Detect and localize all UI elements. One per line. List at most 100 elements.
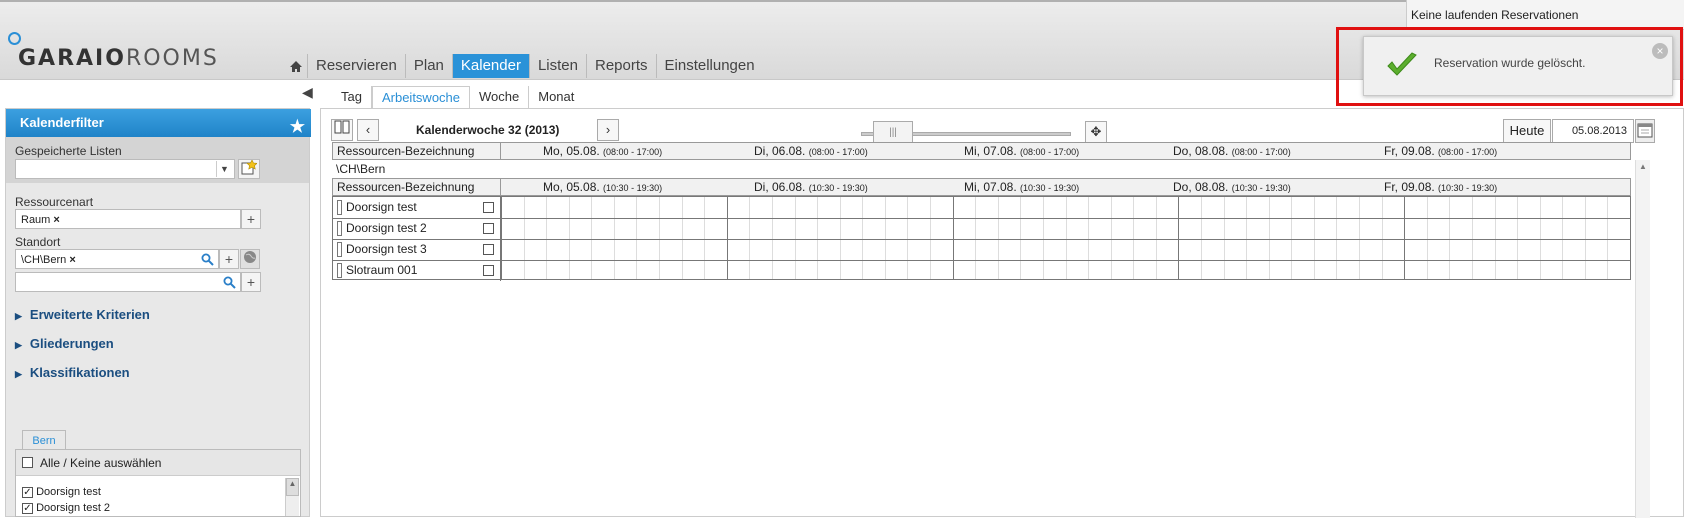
globe-icon[interactable] (240, 249, 260, 269)
section-erweiterte-kriterien[interactable]: ▶ Erweiterte Kriterien (15, 307, 150, 322)
app-logo[interactable]: GARAIOROOMS (8, 32, 217, 72)
chevron-right-icon: › (605, 122, 611, 137)
resource-name-cell[interactable]: Doorsign test 3 (333, 239, 501, 260)
resource-column-header: Ressourcen-Bezeichnung (333, 143, 501, 159)
resource-name-cell[interactable]: Slotraum 001 (333, 260, 501, 281)
toast-notification: Reservation wurde gelöscht. × (1363, 36, 1673, 96)
resource-type-input[interactable]: Raum × (15, 209, 241, 229)
row-checkbox[interactable] (483, 223, 494, 234)
table-row: Doorsign test 3 (333, 239, 1630, 261)
previous-week-button[interactable]: ‹ (357, 119, 379, 141)
logo-text: GARAIOROOMS (18, 46, 219, 71)
color-bar (337, 263, 342, 278)
nav-reports[interactable]: Reports (587, 54, 657, 78)
vertical-scrollbar[interactable]: ▲ (1635, 160, 1650, 518)
row-checkbox[interactable] (483, 244, 494, 255)
remove-tag-icon[interactable]: × (69, 254, 75, 266)
list-item[interactable]: ✓ Doorsign test (16, 484, 276, 500)
tab-woche[interactable]: Woche (470, 86, 530, 108)
tab-monat[interactable]: Monat (529, 86, 583, 108)
tab-bern[interactable]: Bern (22, 430, 66, 450)
day-header: Fr, 09.08. (08:00 - 17:00) (1384, 144, 1498, 158)
resource-type-label: Ressourcenart (15, 195, 94, 209)
saved-lists-select[interactable]: ▼ (15, 159, 235, 179)
nav-plan[interactable]: Plan (406, 54, 453, 78)
location-tag: \CH\Bern × (21, 254, 76, 266)
main-nav: Reservieren Plan Kalender Listen Reports… (284, 54, 763, 80)
section-gliederungen[interactable]: ▶ Gliederungen (15, 336, 114, 351)
resource-selection-list: Alle / Keine auswählen ✓ Doorsign test ✓… (15, 449, 301, 517)
saved-lists-label: Gespeicherte Listen (15, 144, 122, 158)
calendar-panel: ‹ Kalenderwoche 32 (2013) › ||| ✥ Heute … (320, 108, 1684, 518)
next-week-button[interactable]: › (597, 119, 619, 141)
nav-reservieren[interactable]: Reservieren (308, 54, 406, 78)
search-icon[interactable] (223, 276, 236, 289)
search-icon[interactable] (201, 253, 214, 266)
day-header: Fr, 09.08. (10:30 - 19:30) (1384, 180, 1498, 194)
toast-close-icon[interactable]: × (1652, 43, 1668, 59)
date-input[interactable]: 05.08.2013 (1552, 119, 1634, 143)
save-list-button[interactable] (238, 159, 260, 179)
resource-grid: Doorsign test Doorsign test 2 Doorsign t… (332, 196, 1631, 282)
calendar-view-tabs: Tag Arbeitswoche Woche Monat (332, 86, 583, 108)
list-scrollbar[interactable]: ▲ (285, 478, 299, 516)
day-header-row: Ressourcen-Bezeichnung Mo, 05.08. (08:00… (332, 142, 1631, 160)
home-button[interactable] (284, 54, 308, 78)
location-label: Standort (15, 235, 61, 249)
day-header: Do, 08.08. (10:30 - 19:30) (1173, 180, 1291, 194)
resource-checklist: ✓ Doorsign test ✓ Doorsign test 2 (16, 484, 276, 516)
day-header: Mo, 05.08. (10:30 - 19:30) (543, 180, 663, 194)
group-row: \CH\Bern (336, 162, 386, 176)
select-all-label: Alle / Keine auswählen (40, 456, 162, 470)
item-checkbox[interactable]: ✓ (22, 503, 33, 514)
select-all-checkbox[interactable] (22, 457, 33, 468)
day-header: Mi, 07.08. (10:30 - 19:30) (964, 180, 1080, 194)
row-checkbox[interactable] (483, 202, 494, 213)
running-reservations-status[interactable]: Keine laufenden Reservationen (1406, 0, 1684, 30)
logo-ring-icon (8, 32, 21, 45)
resource-name-cell[interactable]: Doorsign test (333, 197, 501, 218)
add-resource-type-button[interactable]: + (241, 209, 261, 229)
section-klassifikationen[interactable]: ▶ Klassifikationen (15, 365, 130, 380)
table-row: Doorsign test 2 (333, 218, 1630, 240)
toast-message: Reservation wurde gelöscht. (1434, 56, 1586, 70)
expand-triangle-icon: ▶ (15, 311, 22, 321)
checkmark-icon (1387, 52, 1417, 76)
day-header: Do, 08.08. (08:00 - 17:00) (1173, 144, 1291, 158)
scroll-up-icon[interactable]: ▲ (286, 478, 299, 496)
color-bar (337, 242, 342, 257)
collapse-sidebar-icon[interactable]: ◀ (302, 84, 313, 101)
chevron-down-icon[interactable]: ▼ (216, 161, 232, 177)
add-location-search-button[interactable]: + (241, 272, 261, 292)
row-checkbox[interactable] (483, 265, 494, 276)
nav-listen[interactable]: Listen (530, 54, 587, 78)
location-input[interactable]: \CH\Bern × (15, 249, 219, 269)
table-row: Slotraum 001 (333, 260, 1630, 282)
day-header: Mi, 07.08. (08:00 - 17:00) (964, 144, 1080, 158)
location-search-input[interactable] (15, 272, 241, 292)
table-row: Doorsign test (333, 197, 1630, 219)
tab-arbeitswoche[interactable]: Arbeitswoche (371, 86, 471, 108)
item-checkbox[interactable]: ✓ (22, 487, 33, 498)
tab-tag[interactable]: Tag (332, 86, 372, 108)
add-location-button[interactable]: + (219, 249, 239, 269)
scroll-up-icon[interactable]: ▲ (1636, 162, 1650, 171)
nav-kalender[interactable]: Kalender (452, 54, 530, 78)
day-header: Di, 06.08. (08:00 - 17:00) (754, 144, 868, 158)
nav-einstellungen[interactable]: Einstellungen (657, 54, 763, 78)
chevron-left-icon: ‹ (365, 122, 371, 137)
resource-column-header: Ressourcen-Bezeichnung (333, 179, 501, 195)
list-item[interactable]: ✓ Doorsign test 2 (16, 500, 276, 516)
book-icon[interactable] (331, 119, 353, 141)
day-header: Mo, 05.08. (08:00 - 17:00) (543, 144, 663, 158)
day-header-row: Ressourcen-Bezeichnung Mo, 05.08. (10:30… (332, 178, 1631, 196)
expand-triangle-icon: ▶ (15, 340, 22, 350)
remove-tag-icon[interactable]: × (53, 214, 59, 226)
color-bar (337, 221, 342, 236)
select-all-row[interactable]: Alle / Keine auswählen (16, 450, 300, 476)
today-button[interactable]: Heute (1503, 119, 1551, 143)
color-bar (337, 200, 342, 215)
move-icon[interactable]: ✥ (1085, 121, 1107, 143)
resource-name-cell[interactable]: Doorsign test 2 (333, 218, 501, 239)
calendar-icon[interactable] (1635, 119, 1655, 143)
